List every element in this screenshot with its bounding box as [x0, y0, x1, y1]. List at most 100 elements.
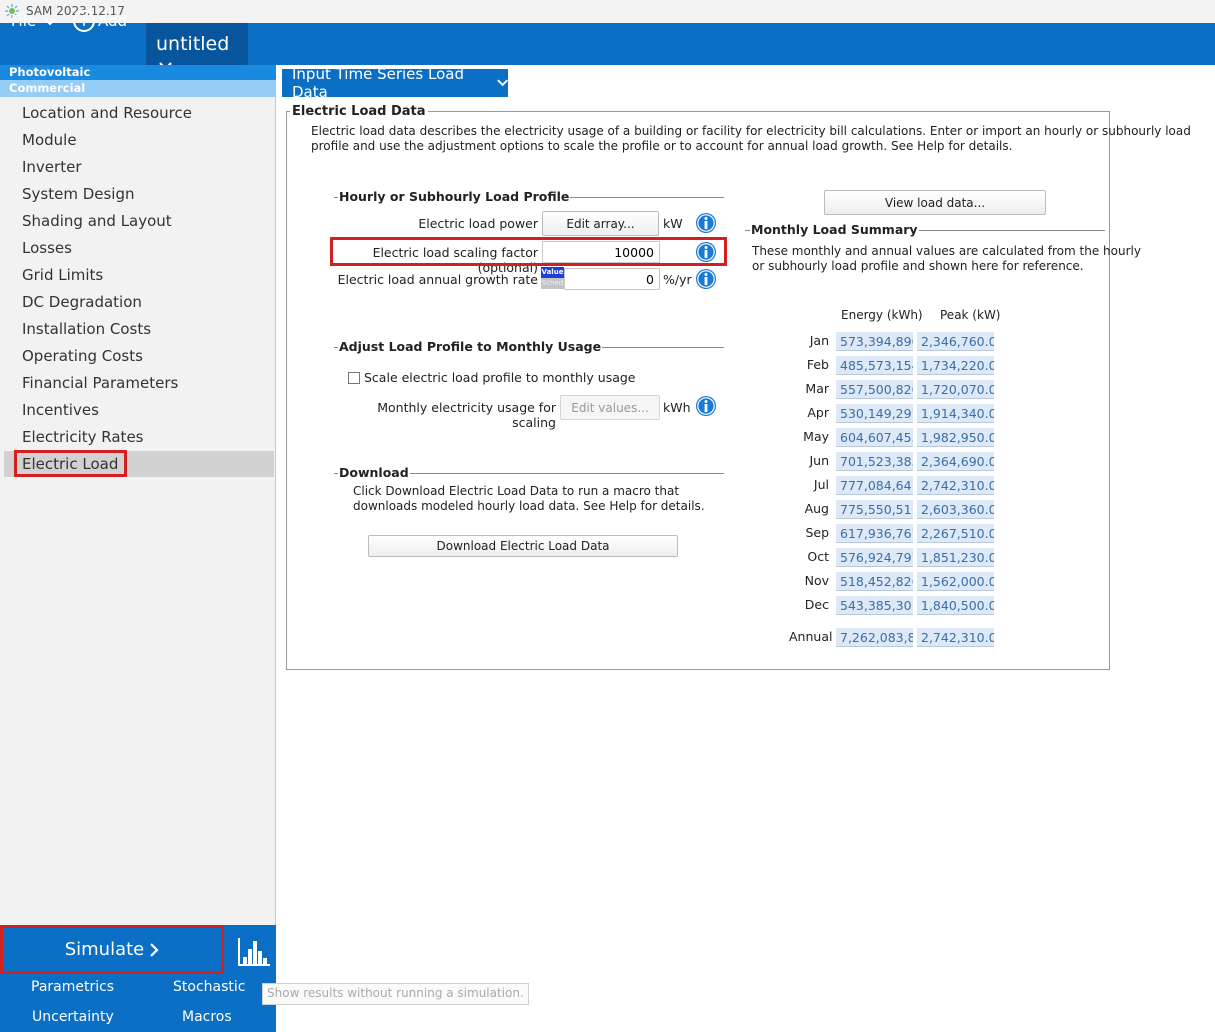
value-toggle-label: Value	[541, 267, 564, 278]
sidebar-item-installation-costs[interactable]: Installation Costs	[22, 320, 151, 338]
sidebar-item-financial-parameters[interactable]: Financial Parameters	[22, 374, 178, 392]
sidebar-item-operating-costs[interactable]: Operating Costs	[22, 347, 143, 365]
plus-circle-icon: +	[73, 10, 95, 32]
sidebar-item-dc-degradation[interactable]: DC Degradation	[22, 293, 142, 311]
info-icon[interactable]	[695, 212, 717, 234]
stochastic-button[interactable]: Stochastic	[173, 979, 245, 995]
peak-column-header: Peak (kW)	[940, 308, 1001, 322]
sidebar-item-incentives[interactable]: Incentives	[22, 401, 99, 419]
peak-cell: 2,364,690.00	[917, 452, 994, 471]
macros-button[interactable]: Macros	[182, 1009, 232, 1025]
energy-cell: 557,500,820	[836, 380, 913, 399]
info-icon[interactable]	[695, 395, 717, 417]
case-name-text: untitled	[156, 33, 230, 55]
energy-cell: 543,385,301	[836, 596, 913, 615]
peak-cell: 2,267,510.00	[917, 524, 994, 543]
summary-description-line-1: These monthly and annual values are calc…	[752, 244, 1141, 258]
group-title: Electric Load Data	[290, 104, 428, 119]
config-financial-label: Commercial	[9, 81, 86, 95]
energy-cell: 777,084,641	[836, 476, 913, 495]
energy-cell: 530,149,297	[836, 404, 913, 423]
config-technology-label: Photovoltaic	[9, 65, 91, 79]
sidebar-item-location-and-resource[interactable]: Location and Resource	[22, 104, 192, 122]
hourly-section-title: Hourly or Subhourly Load Profile	[338, 189, 571, 204]
monthly-usage-label: Monthly electricity usage for scaling	[377, 400, 556, 430]
uncertainty-button[interactable]: Uncertainty	[32, 1009, 114, 1025]
growth-rate-input[interactable]	[564, 268, 660, 290]
results-chart-icon[interactable]	[237, 937, 271, 967]
page-dropdown-label: Input Time Series Load Data	[292, 65, 464, 101]
chevron-down-icon	[497, 79, 508, 87]
chevron-down-icon	[44, 17, 56, 25]
parametrics-button[interactable]: Parametrics	[31, 979, 114, 995]
annual-peak-cell: 2,742,310.00	[917, 628, 994, 647]
month-label: Jun	[809, 453, 829, 468]
config-financial-banner[interactable]: Commercial	[0, 80, 276, 97]
download-description-line-1: Click Download Electric Load Data to run…	[353, 484, 680, 498]
peak-cell: 1,851,230.00	[917, 548, 994, 567]
month-label: Dec	[804, 597, 829, 612]
monthly-usage-unit: kWh	[663, 400, 691, 415]
scale-monthly-checkbox[interactable]	[348, 371, 360, 384]
config-technology-banner[interactable]: Photovoltaic	[0, 65, 276, 80]
peak-cell: 1,720,070.00	[917, 380, 994, 399]
energy-cell: 617,936,767	[836, 524, 913, 543]
peak-cell: 1,734,220.00	[917, 356, 994, 375]
case-tab[interactable]: untitled	[146, 23, 248, 71]
file-menu-label: File	[11, 12, 37, 30]
group-description-line-1: Electric load data describes the electri…	[311, 124, 1191, 138]
sidebar-item-losses[interactable]: Losses	[22, 239, 72, 257]
energy-cell: 604,607,455	[836, 428, 913, 447]
view-load-data-button[interactable]: View load data...	[824, 190, 1046, 215]
annotation-highlight-electric-load	[14, 450, 127, 477]
schedule-toggle-label: Sched	[541, 278, 564, 289]
page-dropdown-button[interactable]: Input Time Series Load Data	[282, 65, 508, 101]
month-label: Oct	[807, 549, 829, 564]
info-icon[interactable]	[695, 268, 717, 290]
download-electric-load-button[interactable]: Download Electric Load Data	[368, 535, 678, 557]
peak-cell: 2,346,760.00	[917, 332, 994, 351]
sidebar-item-shading-and-layout[interactable]: Shading and Layout	[22, 212, 172, 230]
add-label: Add	[98, 12, 128, 30]
summary-description-line-2: or subhourly load profile and shown here…	[752, 259, 1084, 273]
month-label: Sep	[805, 525, 829, 540]
value-schedule-toggle[interactable]: Value Sched	[541, 267, 564, 289]
sidebar-item-grid-limits[interactable]: Grid Limits	[22, 266, 103, 284]
sidebar	[0, 65, 276, 1032]
month-label: Jul	[813, 477, 829, 492]
energy-cell: 576,924,797	[836, 548, 913, 567]
group-description-line-2: profile and use the adjustment options t…	[311, 139, 1013, 153]
download-description-line-2: downloads modeled hourly load data. See …	[353, 499, 705, 513]
sidebar-item-inverter[interactable]: Inverter	[22, 158, 81, 176]
annotation-highlight-scaling-factor	[330, 237, 727, 266]
file-menu-button[interactable]: File	[11, 12, 56, 30]
sidebar-item-module[interactable]: Module	[22, 131, 77, 149]
annual-label: Annual	[789, 629, 833, 644]
peak-cell: 1,982,950.00	[917, 428, 994, 447]
growth-rate-unit: %/yr	[663, 272, 692, 287]
energy-cell: 701,523,385	[836, 452, 913, 471]
month-label: Aug	[804, 501, 829, 516]
add-button[interactable]: + Add	[73, 9, 127, 33]
simulate-button[interactable]: Simulate	[0, 925, 224, 974]
peak-cell: 1,840,500.00	[917, 596, 994, 615]
peak-cell: 1,914,340.00	[917, 404, 994, 423]
scale-monthly-checkbox-label: Scale electric load profile to monthly u…	[364, 370, 636, 385]
adjust-section-title: Adjust Load Profile to Monthly Usage	[338, 339, 603, 354]
scale-monthly-checkbox-row[interactable]: Scale electric load profile to monthly u…	[348, 370, 636, 385]
annual-energy-cell: 7,262,083,84	[836, 628, 913, 647]
growth-rate-label: Electric load annual growth rate	[337, 272, 538, 287]
energy-cell: 518,452,826	[836, 572, 913, 591]
month-label: May	[803, 429, 829, 444]
month-label: Feb	[806, 357, 829, 372]
power-unit: kW	[663, 216, 683, 231]
energy-cell: 775,550,511	[836, 500, 913, 519]
peak-cell: 1,562,000.00	[917, 572, 994, 591]
tooltip: Show results without running a simulatio…	[262, 983, 529, 1005]
edit-array-button[interactable]: Edit array...	[542, 211, 659, 236]
sidebar-item-electricity-rates[interactable]: Electricity Rates	[22, 428, 144, 446]
simulate-label: Simulate	[64, 939, 145, 960]
sidebar-item-system-design[interactable]: System Design	[22, 185, 135, 203]
edit-values-button[interactable]: Edit values...	[560, 395, 660, 420]
energy-cell: 573,394,890	[836, 332, 913, 351]
